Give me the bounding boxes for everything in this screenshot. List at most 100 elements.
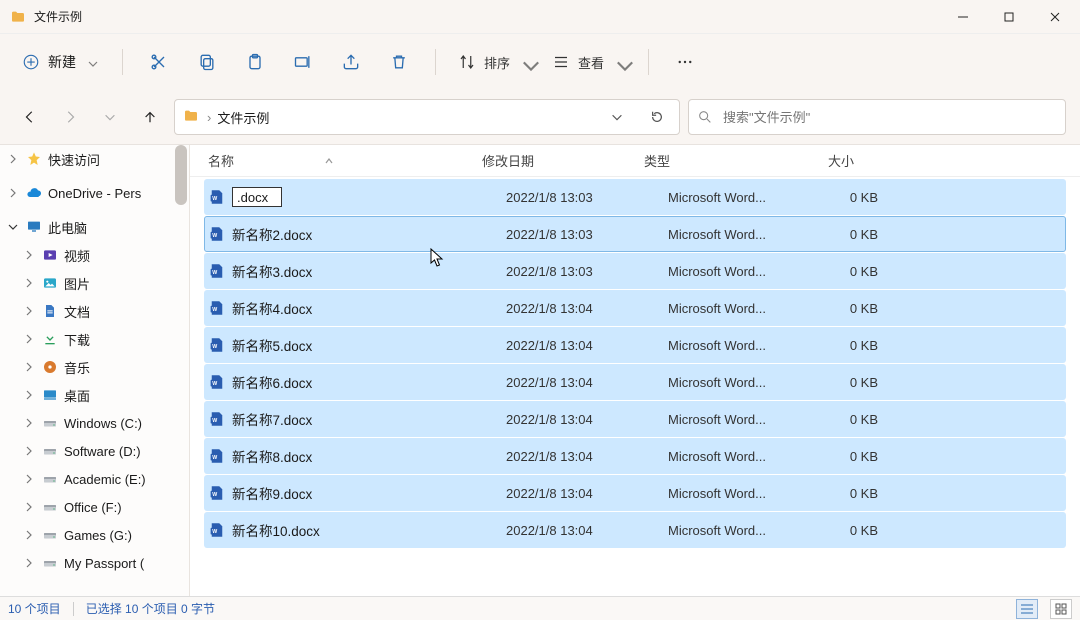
file-row[interactable]: W新名称3.docx2022/1/8 13:03Microsoft Word..… [204, 253, 1066, 289]
breadcrumb-current[interactable]: 文件示例 [217, 108, 269, 127]
cloud-icon [26, 185, 42, 201]
back-button[interactable] [14, 101, 46, 133]
share-icon [341, 52, 361, 72]
column-header-date[interactable]: 修改日期 [482, 151, 644, 170]
picture-icon [42, 275, 58, 291]
sidebar-item[interactable]: Games (G:) [0, 521, 173, 549]
file-name: 新名称5.docx [232, 335, 312, 355]
file-row[interactable]: W新名称10.docx2022/1/8 13:04Microsoft Word.… [204, 512, 1066, 548]
recent-locations-button[interactable] [94, 101, 126, 133]
sidebar-item[interactable]: 桌面 [0, 381, 173, 409]
minimize-button[interactable] [940, 0, 986, 34]
word-doc-icon: W [208, 484, 226, 502]
cut-button[interactable] [137, 42, 181, 82]
search-input[interactable] [721, 109, 1057, 126]
file-date: 2022/1/8 13:04 [506, 375, 668, 390]
column-header-name[interactable]: 名称 [208, 151, 482, 170]
file-row[interactable]: W新名称2.docx2022/1/8 13:03Microsoft Word..… [204, 216, 1066, 252]
expand-icon[interactable] [6, 188, 20, 198]
expand-icon[interactable] [22, 278, 36, 288]
file-type: Microsoft Word... [668, 486, 798, 501]
expand-icon[interactable] [22, 474, 36, 484]
sidebar-item[interactable]: 视频 [0, 241, 173, 269]
file-type: Microsoft Word... [668, 412, 798, 427]
details-view-button[interactable] [1016, 599, 1038, 619]
expand-icon[interactable] [22, 390, 36, 400]
file-date: 2022/1/8 13:04 [506, 301, 668, 316]
music-icon [42, 359, 58, 375]
sidebar-item[interactable]: 快速访问 [0, 145, 173, 173]
share-button[interactable] [329, 42, 373, 82]
new-button[interactable]: 新建 [14, 46, 108, 78]
drive-icon [42, 499, 58, 515]
paste-button[interactable] [233, 42, 277, 82]
sort-button[interactable]: 排序 [450, 47, 540, 78]
sidebar-item[interactable]: Academic (E:) [0, 465, 173, 493]
expand-icon[interactable] [22, 250, 36, 260]
file-size: 0 KB [798, 449, 878, 464]
sidebar-item[interactable]: Software (D:) [0, 437, 173, 465]
svg-text:W: W [212, 307, 217, 313]
expand-icon[interactable] [6, 222, 20, 232]
sidebar-item[interactable]: Windows (C:) [0, 409, 173, 437]
forward-button[interactable] [54, 101, 86, 133]
file-name: 新名称3.docx [232, 261, 312, 281]
sidebar-item-label: My Passport ( [64, 556, 144, 571]
breadcrumb[interactable]: › 文件示例 [207, 108, 269, 127]
folder-icon [183, 108, 199, 127]
delete-button[interactable] [377, 42, 421, 82]
sidebar-item[interactable]: Office (F:) [0, 493, 173, 521]
file-row[interactable]: W.docx2022/1/8 13:03Microsoft Word...0 K… [204, 179, 1066, 215]
expand-icon[interactable] [22, 502, 36, 512]
file-row[interactable]: W新名称8.docx2022/1/8 13:04Microsoft Word..… [204, 438, 1066, 474]
expand-icon[interactable] [6, 154, 20, 164]
copy-button[interactable] [185, 42, 229, 82]
sidebar-item-label: Games (G:) [64, 528, 132, 543]
view-button[interactable]: 查看 [544, 47, 634, 78]
expand-icon[interactable] [22, 418, 36, 428]
expand-icon[interactable] [22, 306, 36, 316]
sidebar-item[interactable]: OneDrive - Pers [0, 179, 173, 207]
sidebar-item-label: 视频 [64, 246, 90, 265]
refresh-button[interactable] [641, 102, 673, 132]
separator [73, 602, 74, 616]
sidebar-item[interactable]: 文档 [0, 297, 173, 325]
expand-icon[interactable] [22, 530, 36, 540]
sidebar-item[interactable]: 音乐 [0, 353, 173, 381]
svg-text:W: W [212, 418, 217, 424]
rename-button[interactable] [281, 42, 325, 82]
search-box[interactable] [688, 99, 1066, 135]
large-icons-view-button[interactable] [1050, 599, 1072, 619]
file-row[interactable]: W新名称6.docx2022/1/8 13:04Microsoft Word..… [204, 364, 1066, 400]
sidebar: 快速访问 OneDrive - Pers 此电脑视频图片文档下载音乐桌面Window… [0, 145, 190, 596]
column-header-type[interactable]: 类型 [644, 151, 774, 170]
sidebar-item[interactable]: 此电脑 [0, 213, 173, 241]
chevron-down-icon [88, 57, 98, 67]
history-dropdown-button[interactable] [601, 102, 633, 132]
close-button[interactable] [1032, 0, 1078, 34]
word-doc-icon: W [208, 521, 226, 539]
scrollbar-thumb[interactable] [175, 145, 187, 205]
expand-icon[interactable] [22, 446, 36, 456]
file-size: 0 KB [798, 486, 878, 501]
file-row[interactable]: W新名称7.docx2022/1/8 13:04Microsoft Word..… [204, 401, 1066, 437]
file-row[interactable]: W新名称5.docx2022/1/8 13:04Microsoft Word..… [204, 327, 1066, 363]
up-button[interactable] [134, 101, 166, 133]
column-date-label: 修改日期 [482, 151, 534, 170]
status-selection: 已选择 10 个项目 0 字节 [86, 600, 215, 617]
expand-icon[interactable] [22, 362, 36, 372]
address-bar[interactable]: › 文件示例 [174, 99, 680, 135]
file-row[interactable]: W新名称4.docx2022/1/8 13:04Microsoft Word..… [204, 290, 1066, 326]
file-row[interactable]: W新名称9.docx2022/1/8 13:04Microsoft Word..… [204, 475, 1066, 511]
sidebar-item[interactable]: 图片 [0, 269, 173, 297]
sidebar-item[interactable]: 下载 [0, 325, 173, 353]
more-button[interactable] [663, 42, 707, 82]
file-name: 新名称7.docx [232, 409, 312, 429]
file-list[interactable]: W.docx2022/1/8 13:03Microsoft Word...0 K… [190, 177, 1080, 596]
rename-input[interactable]: .docx [232, 187, 282, 207]
sidebar-item[interactable]: My Passport ( [0, 549, 173, 577]
maximize-button[interactable] [986, 0, 1032, 34]
expand-icon[interactable] [22, 558, 36, 568]
column-header-size[interactable]: 大小 [774, 151, 854, 170]
expand-icon[interactable] [22, 334, 36, 344]
